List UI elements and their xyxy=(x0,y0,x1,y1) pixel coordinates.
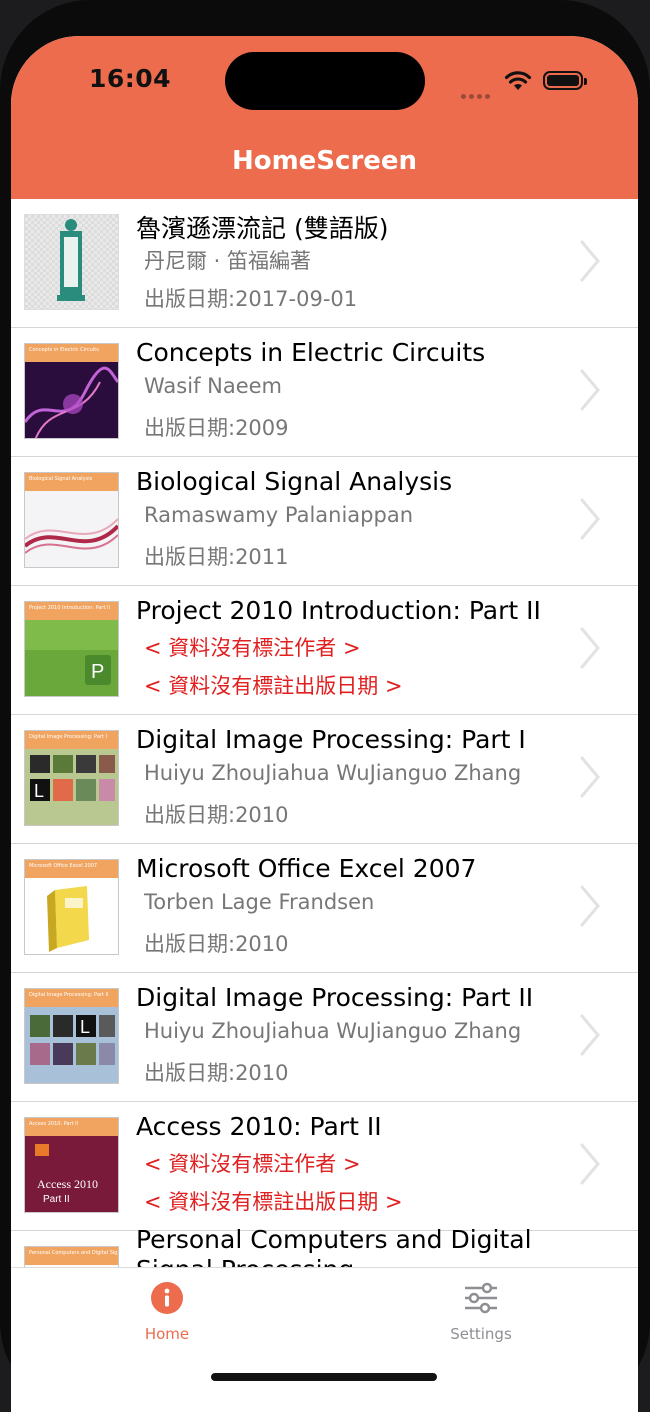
chevron-right-icon xyxy=(580,1014,600,1056)
home-indicator[interactable] xyxy=(211,1373,437,1381)
book-cover-image: Project 2010 Introduction: Part II P xyxy=(24,601,119,697)
book-row[interactable]: Personal Computers and Digital Signal Pr… xyxy=(11,1225,638,1267)
book-title: Project 2010 Introduction: Part II xyxy=(136,596,541,625)
book-title: Digital Image Processing: Part II xyxy=(136,983,534,1012)
page-title: HomeScreen xyxy=(231,146,418,176)
info-icon xyxy=(151,1282,183,1314)
dynamic-island xyxy=(225,52,425,110)
tab-label: Settings xyxy=(450,1325,512,1343)
book-date-missing: < 資料沒有標註出版日期 > xyxy=(144,674,403,698)
book-cover-image: Microsoft Office Excel 2007 xyxy=(24,859,119,955)
chevron-right-icon xyxy=(580,498,600,540)
book-date: 出版日期:2010 xyxy=(144,803,289,827)
book-date-missing: < 資料沒有標註出版日期 > xyxy=(144,1190,403,1214)
tab-label: Home xyxy=(144,1325,190,1343)
book-date: 出版日期:2011 xyxy=(144,545,289,569)
book-author: Wasif Naeem xyxy=(144,374,283,398)
book-cover-image: Digital Image Processing: Part I L xyxy=(24,730,119,826)
book-row[interactable]: Digital Image Processing: Part I L Digit… xyxy=(11,715,638,844)
chevron-right-icon xyxy=(580,885,600,927)
chevron-right-icon xyxy=(580,1143,600,1185)
book-title: Concepts in Electric Circuits xyxy=(136,338,486,367)
app-screen: 16:04 HomeScreen 魯濱遜漂流記 (雙語版) 丹尼爾 · 笛福編著… xyxy=(11,36,638,1412)
book-title: Access 2010: Part II xyxy=(136,1112,382,1141)
book-row[interactable]: Concepts in Electric Circuits Concepts i… xyxy=(11,328,638,457)
book-title: 魯濱遜漂流記 (雙語版) xyxy=(136,214,389,243)
nav-header: 16:04 HomeScreen xyxy=(11,36,638,199)
book-row[interactable]: 魯濱遜漂流記 (雙語版) 丹尼爾 · 笛福編著 出版日期:2017-09-01 xyxy=(11,199,638,328)
book-date: 出版日期:2010 xyxy=(144,932,289,956)
book-title: Microsoft Office Excel 2007 xyxy=(136,854,477,883)
book-author: Ramaswamy Palaniappan xyxy=(144,503,414,527)
book-row[interactable]: Project 2010 Introduction: Part II P Pro… xyxy=(11,586,638,715)
tab-home[interactable]: Home xyxy=(67,1268,267,1343)
book-cover-image: Concepts in Electric Circuits xyxy=(24,343,119,439)
cellular-signal-icon xyxy=(461,84,493,103)
book-row[interactable]: Access 2010: Part II Access 2010 Part II… xyxy=(11,1102,638,1231)
chevron-right-icon xyxy=(580,756,600,798)
book-date: 出版日期:2009 xyxy=(144,416,289,440)
wifi-icon xyxy=(504,71,532,90)
svg-text:P: P xyxy=(91,661,104,683)
tab-settings[interactable]: Settings xyxy=(381,1268,581,1343)
book-author-missing: < 資料沒有標注作者 > xyxy=(144,636,361,660)
book-list[interactable]: 魯濱遜漂流記 (雙語版) 丹尼爾 · 笛福編著 出版日期:2017-09-01 … xyxy=(11,199,638,1267)
book-cover-image xyxy=(24,214,119,310)
book-row[interactable]: Biological Signal Analysis Biological Si… xyxy=(11,457,638,586)
book-title: Biological Signal Analysis xyxy=(136,467,453,496)
book-row[interactable]: Microsoft Office Excel 2007 Microsoft Of… xyxy=(11,844,638,973)
book-cover-image: Personal Computers and Digital Signal Pr… xyxy=(24,1246,119,1267)
svg-text:Part II: Part II xyxy=(43,1194,70,1205)
book-date: 出版日期:2010 xyxy=(144,1061,289,1085)
book-author: Huiyu ZhouJiahua WuJianguo Zhang xyxy=(144,761,522,785)
book-date: 出版日期:2017-09-01 xyxy=(144,287,358,311)
book-author: 丹尼爾 · 笛福編著 xyxy=(144,249,312,273)
book-cover-image: Access 2010: Part II Access 2010 Part II xyxy=(24,1117,119,1213)
status-time: 16:04 xyxy=(89,64,172,93)
battery-icon xyxy=(543,71,587,90)
book-author-missing: < 資料沒有標注作者 > xyxy=(144,1152,361,1176)
book-author: Torben Lage Frandsen xyxy=(144,890,375,914)
svg-text:L: L xyxy=(80,1017,90,1037)
svg-text:Access 2010: Access 2010 xyxy=(37,1177,98,1191)
svg-text:L: L xyxy=(34,781,44,801)
book-cover-image: Biological Signal Analysis xyxy=(24,472,119,568)
book-title: Personal Computers and Digital Signal Pr… xyxy=(136,1225,532,1267)
sliders-icon xyxy=(465,1282,497,1314)
book-author: Huiyu ZhouJiahua WuJianguo Zhang xyxy=(144,1019,522,1043)
chevron-right-icon xyxy=(580,627,600,669)
tab-bar: Home Settings xyxy=(11,1267,638,1412)
book-row[interactable]: Digital Image Processing: Part II L Digi… xyxy=(11,973,638,1102)
book-title: Digital Image Processing: Part I xyxy=(136,725,526,754)
chevron-right-icon xyxy=(580,369,600,411)
book-cover-image: Digital Image Processing: Part II L xyxy=(24,988,119,1084)
chevron-right-icon xyxy=(580,240,600,282)
